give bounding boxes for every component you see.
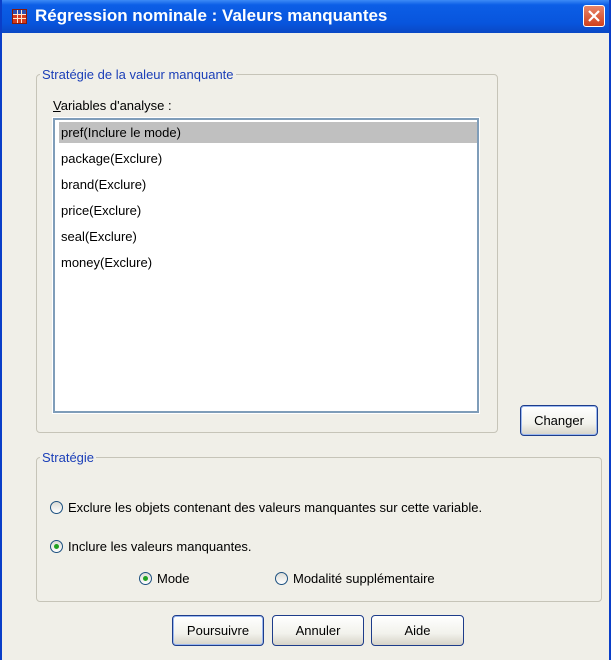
continue-button[interactable]: Poursuivre [172,615,264,646]
mode-radio-button[interactable] [139,572,152,585]
list-item[interactable]: package(Exclure) [59,148,162,169]
mode-radio[interactable]: Mode [139,571,190,586]
analysis-variables-list[interactable]: pref(Inclure le mode) package(Exclure) b… [52,117,480,414]
grid-table-icon [12,9,27,24]
close-icon [588,10,600,22]
cancel-button[interactable]: Annuler [272,615,364,646]
include-missing-radio-button[interactable] [50,540,63,553]
exclude-objects-radio[interactable]: Exclure les objets contenant des valeurs… [50,500,482,515]
include-missing-label: Inclure les valeurs manquantes. [68,539,252,554]
window-title: Régression nominale : Valeurs manquantes [35,6,388,25]
list-item[interactable]: price(Exclure) [59,200,141,221]
exclude-objects-radio-button[interactable] [50,501,63,514]
exclude-objects-label: Exclure les objets contenant des valeurs… [68,500,483,515]
list-item[interactable]: brand(Exclure) [59,174,146,195]
help-button[interactable]: Aide [371,615,464,646]
mode-label: Mode [157,571,190,586]
supplementary-category-radio-button[interactable] [275,572,288,585]
title-bar[interactable]: Régression nominale : Valeurs manquantes [2,0,609,33]
list-item[interactable]: pref(Inclure le mode) [59,122,477,143]
supplementary-category-label: Modalité supplémentaire [293,571,435,586]
analysis-variables-label: Variables d'analyse : [53,98,172,113]
strategy-legend: Stratégie [42,450,95,465]
list-item[interactable]: seal(Exclure) [59,226,137,247]
change-button[interactable]: Changer [520,405,598,436]
supplementary-category-radio[interactable]: Modalité supplémentaire [275,571,435,586]
list-item[interactable]: money(Exclure) [59,252,152,273]
missing-value-strategy-legend: Stratégie de la valeur manquante [42,67,234,82]
close-button[interactable] [583,5,605,27]
include-missing-radio[interactable]: Inclure les valeurs manquantes. [50,539,252,554]
dialog-window: Régression nominale : Valeurs manquantes… [0,0,611,660]
